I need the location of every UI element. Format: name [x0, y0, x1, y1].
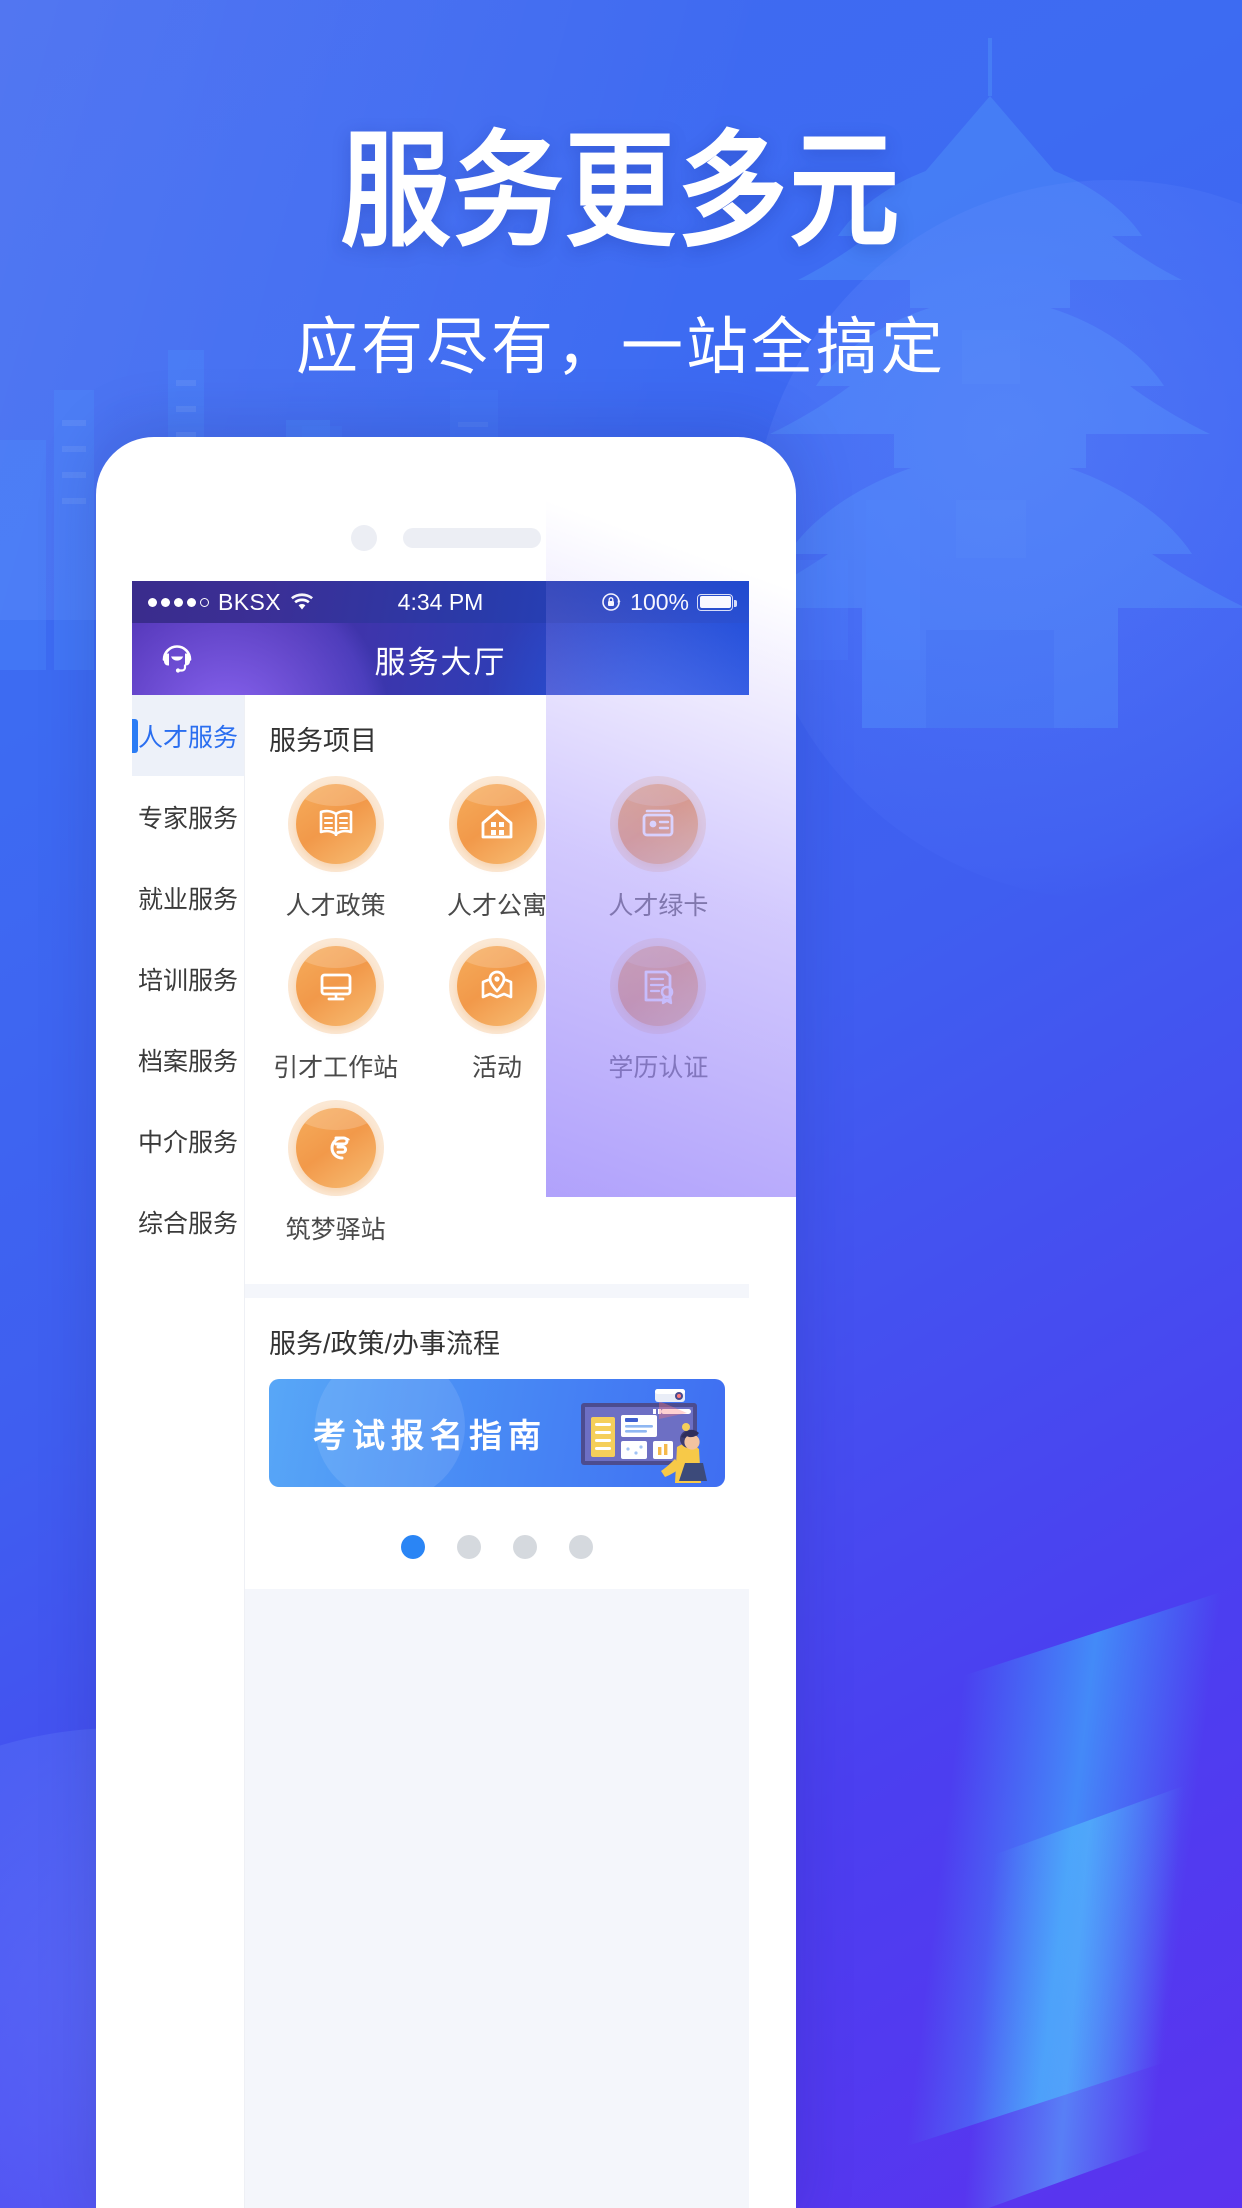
customer-service-headset-icon[interactable] — [154, 634, 200, 685]
banner-title: 考试报名指南 — [313, 1417, 547, 1454]
service-item-yincai-gongzuozhan[interactable]: 引才工作站 — [255, 938, 416, 1084]
sidebar-item-zonghe[interactable]: 综合服务 — [132, 1181, 244, 1262]
service-item-rencai-lvka[interactable]: 人才绿卡 — [578, 776, 739, 922]
service-item-rencai-gongyu[interactable]: 人才公寓 — [416, 776, 577, 922]
hero-title: 服务更多元 — [340, 119, 902, 265]
status-bar-left: BKSX — [148, 589, 314, 616]
status-bar-right: 100% — [600, 588, 737, 616]
nav-bar: 服务大厅 — [132, 623, 749, 695]
service-icon-wrap — [287, 776, 384, 872]
service-item-zhumeng-yizhan[interactable]: 筑梦驿站 — [255, 1100, 416, 1246]
sidebar-item-label: 专家服务 — [137, 804, 238, 833]
service-icon-wrap — [448, 938, 545, 1034]
pagination-dot-3[interactable] — [513, 1535, 537, 1559]
sidebar-item-rencai[interactable]: 人才服务 — [132, 695, 244, 776]
service-icon-wrap — [448, 776, 545, 872]
pagination-dot-1[interactable] — [401, 1535, 425, 1559]
sidebar-item-peixun[interactable]: 培训服务 — [132, 938, 244, 1019]
phone-mockup: BKSX 4:34 PM 100% 服务大厅 人才服务 专家服务 就业服务 培训… — [96, 437, 796, 2208]
sidebar-item-label: 中介服务 — [137, 1128, 238, 1157]
service-item-label: 人才绿卡 — [608, 892, 709, 920]
service-item-label: 学历认证 — [608, 1054, 709, 1082]
service-icon-wrap — [287, 938, 384, 1034]
phone-screen: BKSX 4:34 PM 100% 服务大厅 人才服务 专家服务 就业服务 培训… — [132, 581, 749, 2208]
hero-subtitle: 应有尽有，一站全搞定 — [295, 313, 946, 382]
sidebar-item-zhongjie[interactable]: 中介服务 — [132, 1100, 244, 1181]
content-panel: 服务项目 人才政策 人才公寓 人才绿卡 引才工作站 活动 学历认证 筑梦驿站 服… — [245, 695, 749, 2208]
section-divider — [245, 1284, 749, 1298]
sidebar-item-label: 档案服务 — [137, 1047, 238, 1076]
screen-body: 人才服务 专家服务 就业服务 培训服务 档案服务 中介服务 综合服务 服务项目 … — [132, 695, 749, 2208]
open-book-icon — [295, 784, 376, 864]
service-grid: 人才政策 人才公寓 人才绿卡 引才工作站 活动 学历认证 筑梦驿站 — [245, 762, 749, 1284]
process-card: 服务/政策/办事流程 考试报名指南 — [245, 1298, 749, 1589]
banner-exam-guide[interactable]: 考试报名指南 — [269, 1379, 725, 1487]
service-icon-wrap — [610, 938, 707, 1034]
service-item-label: 活动 — [471, 1054, 522, 1082]
page-title: 服务大厅 — [374, 644, 507, 680]
earpiece-speaker-icon — [403, 528, 541, 548]
sidebar-item-jiuye[interactable]: 就业服务 — [132, 857, 244, 938]
services-card: 服务项目 人才政策 人才公寓 人才绿卡 引才工作站 活动 学历认证 筑梦驿站 — [245, 695, 749, 1284]
battery-percent-label: 100% — [630, 588, 689, 615]
presentation-board-person-illustration — [581, 1389, 707, 1483]
services-section-title: 服务项目 — [269, 726, 377, 756]
service-icon-wrap — [610, 776, 707, 872]
service-item-xueli-renzheng[interactable]: 学历认证 — [578, 938, 739, 1084]
nav-glow-right — [489, 623, 749, 695]
sidebar-item-label: 就业服务 — [137, 885, 238, 914]
signal-strength-icon — [148, 597, 209, 607]
banner-carousel: 考试报名指南 — [245, 1365, 749, 1487]
service-icon-wrap — [287, 1100, 384, 1196]
sidebar-item-label: 综合服务 — [137, 1209, 238, 1238]
service-item-label: 筑梦驿站 — [285, 1216, 386, 1244]
wifi-icon — [290, 593, 313, 610]
house-icon — [456, 784, 537, 864]
map-pin-icon — [456, 946, 537, 1026]
sidebar-item-label: 培训服务 — [137, 966, 238, 995]
front-camera-icon — [351, 525, 377, 551]
monitor-icon — [295, 946, 376, 1026]
hero-text-block: 服务更多元 应有尽有，一站全搞定 — [0, 119, 1242, 386]
wing-badge-icon — [295, 1108, 376, 1188]
category-sidebar: 人才服务 专家服务 就业服务 培训服务 档案服务 中介服务 综合服务 — [132, 695, 245, 2208]
service-item-huodong[interactable]: 活动 — [416, 938, 577, 1084]
certificate-icon — [618, 946, 699, 1026]
service-item-label: 人才政策 — [285, 892, 386, 920]
phone-top-hardware — [96, 525, 796, 551]
process-section-title: 服务/政策/办事流程 — [269, 1329, 501, 1359]
service-item-rencai-zhengce[interactable]: 人才政策 — [255, 776, 416, 922]
sidebar-item-dangan[interactable]: 档案服务 — [132, 1019, 244, 1100]
promo-page: 服务更多元 应有尽有，一站全搞定 BKSX 4:34 PM 100% 服务大厅 … — [0, 0, 1242, 2208]
service-item-label: 引才工作站 — [273, 1054, 399, 1082]
carrier-name: BKSX — [218, 588, 281, 615]
sidebar-item-zhuanjia[interactable]: 专家服务 — [132, 776, 244, 857]
service-item-label: 人才公寓 — [446, 892, 547, 920]
battery-full-icon — [697, 593, 737, 611]
id-card-icon — [618, 784, 699, 864]
rotation-lock-icon — [602, 593, 621, 611]
sidebar-item-label: 人才服务 — [137, 723, 238, 752]
pagination-dot-4[interactable] — [569, 1535, 593, 1559]
status-bar: BKSX 4:34 PM 100% — [132, 581, 749, 623]
pagination-dot-2[interactable] — [457, 1535, 481, 1559]
banner-pagination — [245, 1487, 749, 1589]
